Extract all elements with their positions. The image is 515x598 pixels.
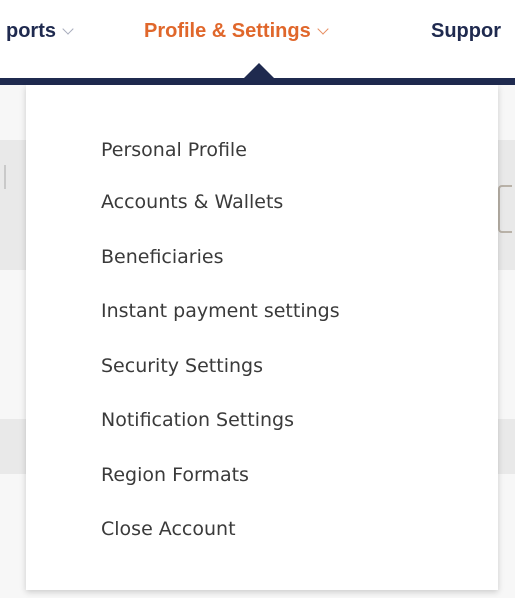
menu-item-notification-settings[interactable]: Notification Settings [101,405,294,435]
background-icon [4,165,12,189]
nav-item-label: Suppor [431,19,501,42]
menu-item-beneficiaries[interactable]: Beneficiaries [101,242,223,272]
nav-bottom-bar [0,78,515,85]
background-icon [498,185,512,233]
profile-settings-dropdown: Personal Profile Accounts & Wallets Bene… [26,85,498,590]
chevron-down-icon [317,22,329,35]
nav-item-reports[interactable]: ports [6,17,74,45]
nav-item-label: ports [6,19,56,42]
chevron-down-icon [62,22,74,35]
menu-item-region-formats[interactable]: Region Formats [101,460,249,490]
menu-item-security-settings[interactable]: Security Settings [101,351,263,381]
menu-item-accounts-wallets[interactable]: Accounts & Wallets [101,187,283,217]
menu-item-instant-payment-settings[interactable]: Instant payment settings [101,296,340,326]
nav-item-profile-settings[interactable]: Profile & Settings [144,17,329,45]
top-navigation: ports Profile & Settings Suppor [0,0,515,79]
nav-item-support[interactable]: Suppor [431,17,501,45]
menu-item-personal-profile[interactable]: Personal Profile [101,135,247,165]
nav-item-label: Profile & Settings [144,19,311,42]
caret-up-icon [243,63,275,79]
menu-item-close-account[interactable]: Close Account [101,514,236,544]
